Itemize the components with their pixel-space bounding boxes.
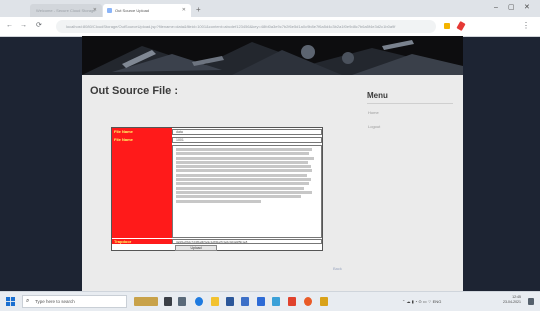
browser-toolbar: ← → ⟳ localhost:8080/CloudStorage/OutSou… xyxy=(0,17,540,37)
clock-date: 23-04-2021 xyxy=(503,300,521,304)
file-explorer-icon[interactable] xyxy=(211,297,219,306)
forward-icon[interactable]: → xyxy=(20,21,27,31)
tab-title: Out Source Upload xyxy=(115,8,150,13)
file-content-textarea[interactable] xyxy=(172,145,322,238)
browser-tab[interactable]: Welcome - Secure Cloud Storage ✕ xyxy=(30,4,102,17)
app-icon[interactable] xyxy=(288,297,296,306)
task-view-icon[interactable] xyxy=(164,297,172,306)
url-text: localhost:8080/CloudStorage/OutSourceUpl… xyxy=(66,24,396,29)
clock[interactable]: 12:45 23-04-2021 xyxy=(503,295,521,305)
tab-title: Welcome - Secure Cloud Storage xyxy=(36,8,96,13)
file-id-field[interactable]: 1001 xyxy=(172,137,322,143)
taskbar: ⌕ Type here to search ⌃ ☁ ▮ ◔ ⊙ ▭ ⌔ ENG … xyxy=(0,291,540,311)
store-icon[interactable] xyxy=(226,297,234,306)
browser-tab-active[interactable]: Out Source Upload ✕ xyxy=(103,4,191,17)
pen-extension-icon[interactable] xyxy=(456,21,466,31)
windows-start-icon[interactable] xyxy=(6,297,15,306)
notification-icon[interactable] xyxy=(528,298,534,305)
maximize-icon[interactable]: ▢ xyxy=(508,3,515,13)
news-widget-icon[interactable] xyxy=(134,297,158,306)
back-icon[interactable]: ← xyxy=(6,21,13,31)
back-link[interactable]: Back xyxy=(333,266,342,271)
sidebar-item-home[interactable]: Home xyxy=(368,110,379,115)
mail-icon[interactable] xyxy=(241,297,249,306)
address-bar[interactable]: localhost:8080/CloudStorage/OutSourceUpl… xyxy=(56,20,436,33)
outsource-form-table: File Name File Name Trapdoor data 1001 3… xyxy=(111,127,323,251)
label-column xyxy=(112,128,172,238)
file-name-label: File Name xyxy=(114,129,133,134)
page-title: Out Source File : xyxy=(90,85,179,97)
sidebar-item-logout[interactable]: Logout xyxy=(368,124,380,129)
browser-menu-icon[interactable]: ⋮ xyxy=(522,20,530,32)
clock-time: 12:45 xyxy=(512,295,521,299)
app-icon[interactable] xyxy=(272,297,280,306)
reload-icon[interactable]: ⟳ xyxy=(36,21,42,31)
upload-button[interactable]: Upload xyxy=(175,245,217,251)
extension-icon[interactable] xyxy=(444,23,450,29)
sidebar-divider xyxy=(367,103,453,104)
edge-icon[interactable] xyxy=(195,297,203,306)
app-icon[interactable] xyxy=(320,297,328,306)
close-window-icon[interactable]: ✕ xyxy=(524,3,530,13)
sidebar-title: Menu xyxy=(367,91,388,100)
banner-graphic xyxy=(82,36,463,75)
search-placeholder: Type here to search xyxy=(35,299,75,304)
file-name-field[interactable]: data xyxy=(172,129,322,135)
web-page: Out Source File : Menu Home Logout File … xyxy=(82,36,463,291)
mac-label: Trapdoor xyxy=(114,239,132,244)
taskbar-search-box[interactable]: ⌕ Type here to search xyxy=(22,295,127,308)
browser-tab-bar: Welcome - Secure Cloud Storage ✕ Out Sou… xyxy=(0,0,540,17)
close-tab-icon[interactable]: ✕ xyxy=(93,4,97,17)
close-tab-icon[interactable]: ✕ xyxy=(182,4,186,17)
search-icon: ⌕ xyxy=(26,298,30,304)
file-id-label: File Name xyxy=(114,137,133,142)
chrome-icon[interactable] xyxy=(304,297,312,306)
header-banner xyxy=(82,36,463,75)
widgets-icon[interactable] xyxy=(178,297,186,306)
new-tab-icon[interactable]: + xyxy=(196,4,201,15)
app-icon[interactable] xyxy=(257,297,265,306)
system-tray-icons[interactable]: ⌃ ☁ ▮ ◔ ⊙ ▭ ⌔ ENG xyxy=(402,298,441,306)
mac-field[interactable]: 3a9f1e8b2c7d4f6a0b5e9c1d8f2a7b3e6c0d4a9f… xyxy=(172,239,322,244)
favicon-icon xyxy=(107,8,112,13)
minimize-icon[interactable]: – xyxy=(494,3,498,13)
